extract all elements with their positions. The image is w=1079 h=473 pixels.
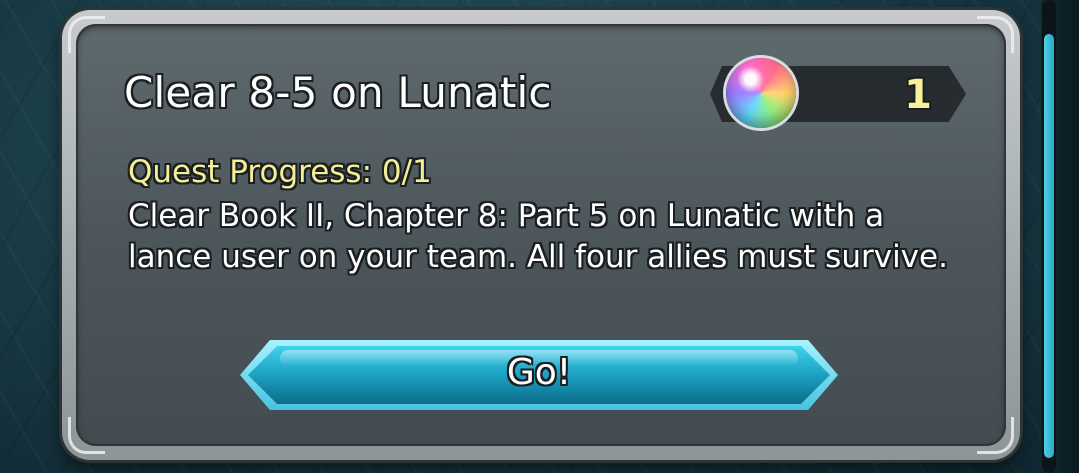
scrollbar-thumb[interactable] (1044, 34, 1054, 458)
orb-icon (726, 58, 796, 128)
quest-title: Clear 8-5 on Lunatic (124, 68, 552, 117)
scrollbar[interactable] (1042, 0, 1056, 473)
reward-display: 1 (710, 58, 966, 128)
corner-ornament (977, 417, 1014, 454)
corner-ornament (977, 16, 1014, 53)
quest-progress: Quest Progress: 0/1 (128, 154, 432, 190)
go-button-label: Go! (506, 352, 572, 393)
corner-ornament (68, 417, 105, 454)
corner-ornament (68, 16, 105, 53)
orb-gloss (734, 66, 788, 120)
quest-description: Clear Book II, Chapter 8: Part 5 on Luna… (128, 198, 948, 275)
reward-count: 1 (904, 72, 932, 118)
go-button[interactable]: Go! (240, 340, 838, 410)
